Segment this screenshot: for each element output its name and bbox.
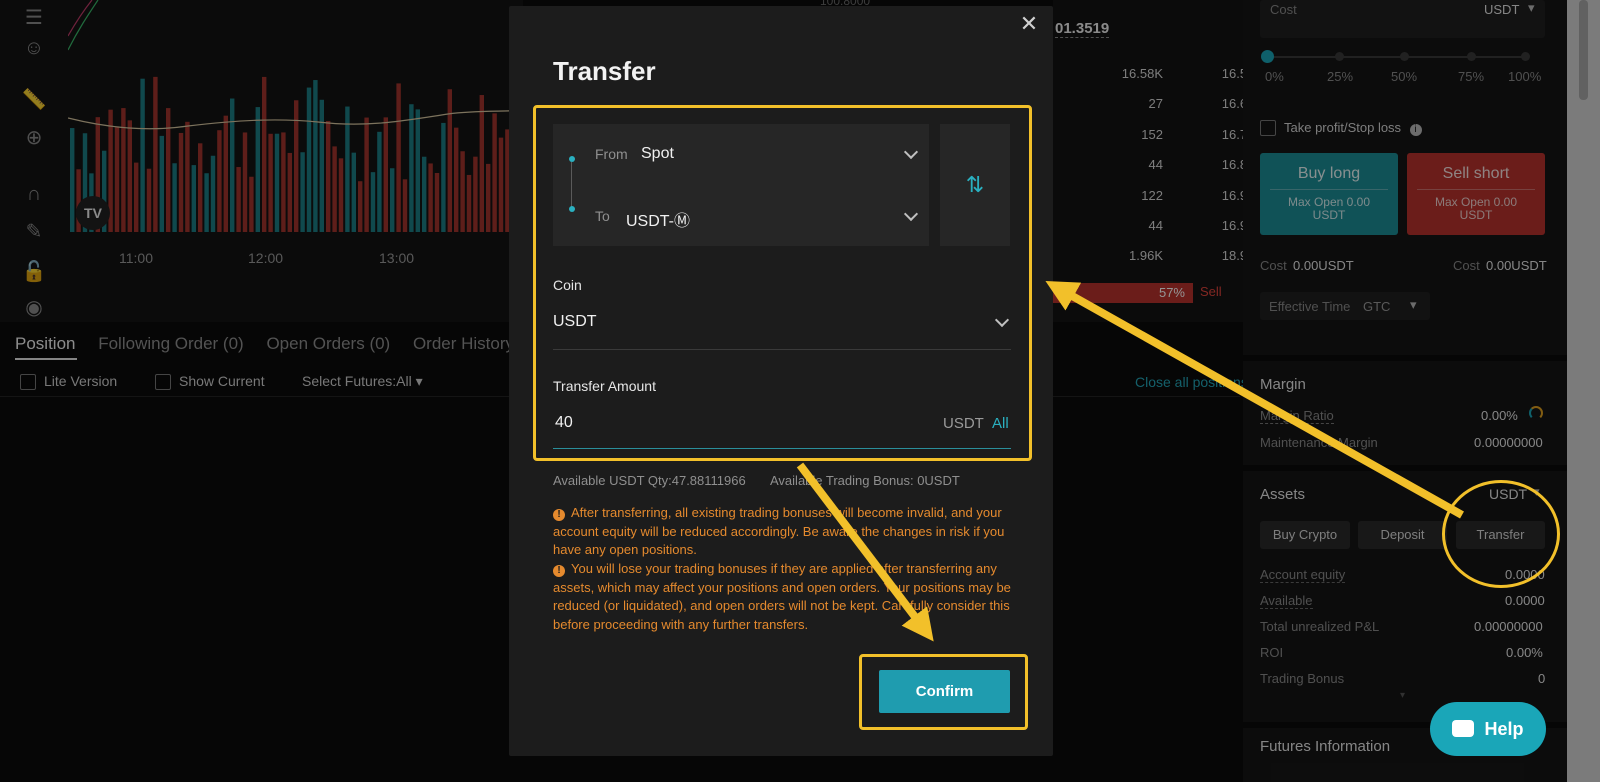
help-label: Help xyxy=(1484,719,1524,739)
trading-screen: ☰ ☺ 📏 ⊕ ∩ ✎ 🔓 ◉ TV 11:00 12:00 13:00 100… xyxy=(0,0,1600,782)
arrow-to-confirm xyxy=(796,462,934,642)
help-button[interactable]: Help xyxy=(1430,702,1546,756)
arrow-to-form xyxy=(1045,280,1464,519)
annotation-arrows xyxy=(796,280,1464,642)
chat-bubble-icon xyxy=(1452,720,1475,737)
